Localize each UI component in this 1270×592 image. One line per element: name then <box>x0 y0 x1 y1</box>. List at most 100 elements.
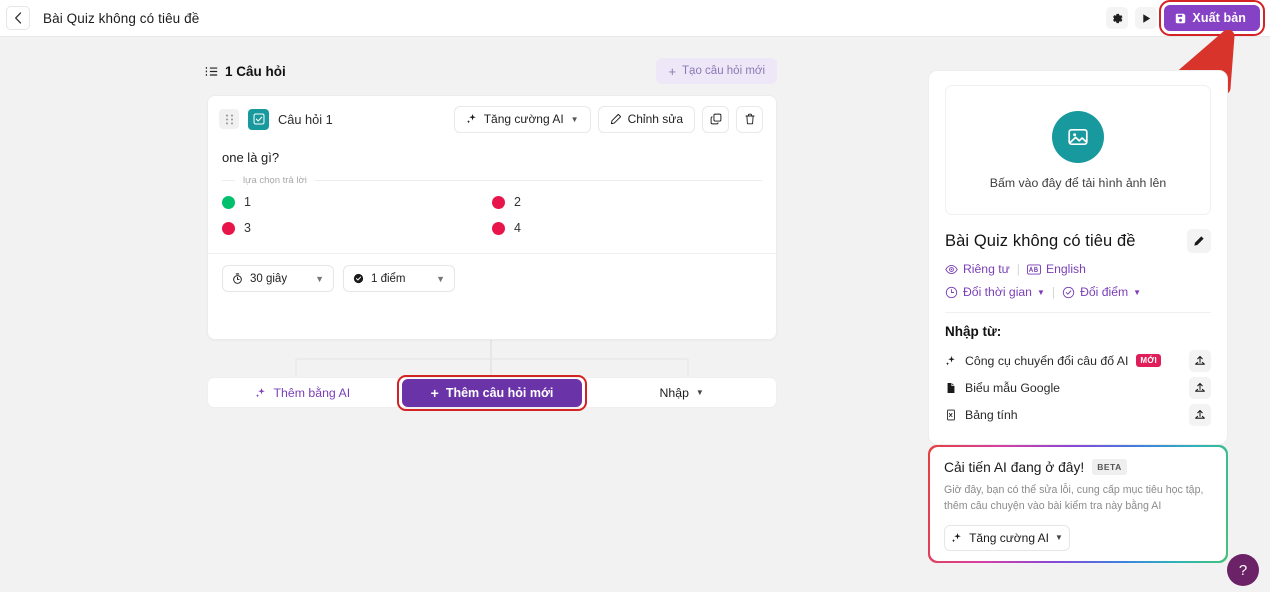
quiz-details-panel: Bấm vào đây để tải hình ảnh lên Bài Quiz… <box>928 70 1228 445</box>
ai-promo-description: Giờ đây, bạn có thể sửa lỗi, cung cấp mụ… <box>944 484 1204 513</box>
check-circle-icon <box>353 273 364 284</box>
import-item-label: Công cụ chuyển đổi câu đố AI <box>965 353 1129 368</box>
chevron-down-icon: ▼ <box>570 114 579 124</box>
ai-promo-title-row: Cải tiến AI đang ở đây! BETA <box>944 459 1212 475</box>
beta-badge: BETA <box>1092 459 1127 475</box>
cover-image-upload-label: Bấm vào đây để tải hình ảnh lên <box>989 175 1167 190</box>
visibility-setting[interactable]: Riêng tư <box>945 262 1010 276</box>
question-card: Câu hỏi 1 Tăng cường AI ▼ Chỉnh sửa one … <box>207 95 777 340</box>
timer-icon <box>233 273 242 284</box>
upload-spreadsheet-button[interactable] <box>1189 403 1211 426</box>
answer-label: 3 <box>244 221 251 235</box>
change-points-button[interactable]: Đổi điểm ▼ <box>1062 285 1141 299</box>
preview-button[interactable] <box>1135 7 1158 29</box>
question-count-label: 1 Câu hỏi <box>225 63 286 79</box>
create-question-button[interactable]: + Tạo câu hỏi mới <box>656 58 777 84</box>
top-bar-actions: Xuất bản <box>1106 0 1270 36</box>
question-count-group: 1 Câu hỏi <box>205 64 286 79</box>
chevron-down-icon: ▼ <box>1133 287 1142 297</box>
import-button[interactable]: Nhập ▼ <box>587 378 776 407</box>
answer-label: 4 <box>514 221 521 235</box>
ai-promo-title: Cải tiến AI đang ở đây! <box>944 459 1085 475</box>
import-section-title: Nhập từ: <box>945 324 1002 339</box>
answer-bullet-incorrect-icon <box>492 195 505 209</box>
time-limit-value: 30 giây <box>250 272 288 285</box>
question-card-footer: 30 giây ▼ 1 điểm ▼ <box>208 253 776 303</box>
checkbox-icon <box>253 113 264 125</box>
sparkles-icon <box>466 113 476 124</box>
answer-label: 2 <box>514 195 521 209</box>
edit-quiz-title-button[interactable] <box>1187 229 1211 253</box>
upload-icon <box>1195 382 1205 392</box>
legend-line-right <box>314 180 762 181</box>
change-points-label: Đổi điểm <box>1080 285 1129 299</box>
answer-option-3: 3 <box>222 221 492 235</box>
points-select[interactable]: 1 điểm ▼ <box>343 265 455 292</box>
doc-icon <box>947 382 955 393</box>
ai-promo-enhance-button[interactable]: Tăng cường AI ▼ <box>944 524 1070 551</box>
import-item-google-forms[interactable]: Biểu mẫu Google <box>945 374 1211 401</box>
clock-icon <box>945 286 958 298</box>
publish-button[interactable]: Xuất bản <box>1164 5 1260 31</box>
question-card-body: one là gì? lựa chọn trả lời 1 2 3 4 <box>208 142 776 247</box>
publish-label: Xuất bản <box>1192 11 1246 25</box>
question-mark-icon: ? <box>1238 561 1248 579</box>
question-text: one là gì? <box>222 150 280 165</box>
ai-promo-button-label: Tăng cường AI <box>969 530 1050 545</box>
upload-icon <box>1195 409 1205 419</box>
play-icon <box>1143 13 1151 23</box>
duplicate-question-button[interactable] <box>702 105 729 133</box>
change-time-label: Đổi thời gian <box>963 285 1032 299</box>
ai-enhance-button[interactable]: Tăng cường AI ▼ <box>453 105 591 133</box>
add-with-ai-button[interactable]: Thêm bằng AI <box>208 378 397 407</box>
sparkles-icon <box>255 387 265 397</box>
drag-handle-icon[interactable] <box>219 109 239 129</box>
answer-option-4: 4 <box>492 221 762 235</box>
cover-image-upload[interactable]: Bấm vào đây để tải hình ảnh lên <box>945 85 1211 215</box>
add-new-question-label: Thêm câu hỏi mới <box>445 385 554 400</box>
image-icon <box>1068 128 1088 145</box>
delete-question-button[interactable] <box>736 105 763 133</box>
add-question-wrapper: + Thêm câu hỏi mới <box>397 374 587 411</box>
questions-header: 1 Câu hỏi + Tạo câu hỏi mới <box>205 57 777 85</box>
meta-separator: | <box>1051 285 1056 299</box>
import-item-ai-converter[interactable]: Công cụ chuyển đổi câu đố AI MỚI <box>945 347 1211 374</box>
upload-icon <box>1195 355 1205 365</box>
time-limit-select[interactable]: 30 giây ▼ <box>222 265 334 292</box>
plus-icon: + <box>430 384 439 401</box>
import-label: Nhập <box>659 385 689 400</box>
create-question-label: Tạo câu hỏi mới <box>682 65 765 77</box>
question-type-icon <box>248 108 269 130</box>
language-icon <box>1026 263 1041 275</box>
answer-option-2: 2 <box>492 195 762 209</box>
publish-button-wrapper: Xuất bản <box>1159 0 1265 36</box>
pencil-icon <box>1194 236 1204 246</box>
language-setting[interactable]: English <box>1026 262 1086 276</box>
answer-bullet-incorrect-icon <box>492 221 505 235</box>
language-label: English <box>1045 262 1086 276</box>
add-new-question-button[interactable]: + Thêm câu hỏi mới <box>402 378 582 407</box>
question-card-actions: Tăng cường AI ▼ Chỉnh sửa <box>453 105 763 133</box>
answers-legend: lựa chọn trả lời <box>222 175 762 186</box>
edit-question-button[interactable]: Chỉnh sửa <box>597 105 695 133</box>
import-item-label: Biểu mẫu Google <box>965 380 1061 395</box>
quiz-editor-page: Bài Quiz không có tiêu đề Xuất bản 1 Câu… <box>0 0 1270 592</box>
chevron-down-icon: ▼ <box>315 273 324 284</box>
import-item-spreadsheet[interactable]: Bảng tính <box>945 401 1211 428</box>
answer-bullet-incorrect-icon <box>222 221 235 235</box>
upload-ai-converter-button[interactable] <box>1189 349 1211 372</box>
trash-icon <box>744 113 755 125</box>
page-title: Bài Quiz không có tiêu đề <box>43 10 200 26</box>
spreadsheet-icon <box>947 409 955 420</box>
upload-google-forms-button[interactable] <box>1189 376 1211 399</box>
question-card-header: Câu hỏi 1 Tăng cường AI ▼ Chỉnh sửa <box>208 96 776 142</box>
ai-promo-card: Cải tiến AI đang ở đây! BETA Giờ đây, bạ… <box>930 447 1226 561</box>
image-icon-circle <box>1052 110 1104 163</box>
chevron-down-icon: ▼ <box>436 273 445 284</box>
ai-promo-card-border: Cải tiến AI đang ở đây! BETA Giờ đây, bạ… <box>928 445 1228 563</box>
help-button[interactable]: ? <box>1227 554 1259 586</box>
settings-button[interactable] <box>1106 7 1129 29</box>
change-time-button[interactable]: Đổi thời gian ▼ <box>945 285 1045 299</box>
gear-icon <box>1113 13 1123 23</box>
back-button[interactable] <box>6 6 30 30</box>
